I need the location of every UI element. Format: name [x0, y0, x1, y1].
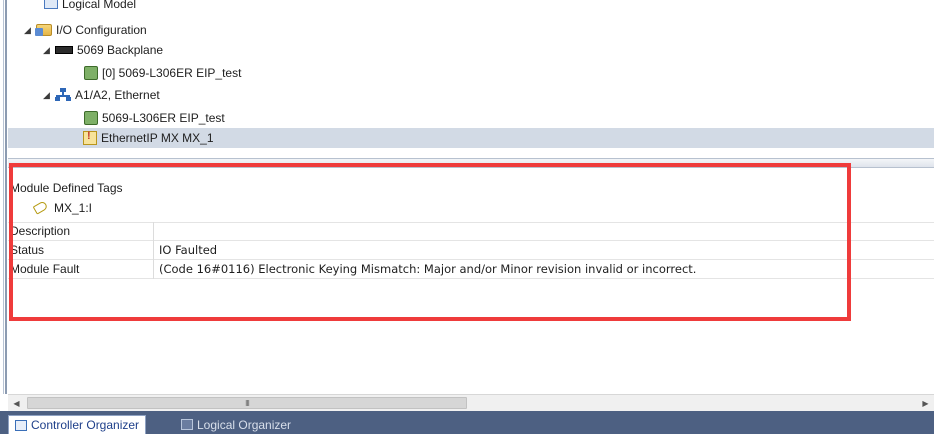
controller-organizer-tree: Logical Model ◢ I/O Configuration ◢ 5069… [8, 0, 934, 158]
tree-item-ethernet-controller[interactable]: 5069-L306ER EIP_test [84, 108, 225, 128]
tree-item-label: [0] 5069-L306ER EIP_test [102, 66, 242, 80]
grip-icon: III [245, 398, 250, 408]
warning-module-icon [83, 130, 97, 145]
property-row-status[interactable]: Status IO Faulted [8, 240, 934, 260]
properties-header-row: Module Defined Tags [8, 179, 934, 198]
property-value: IO Faulted [159, 243, 218, 257]
controller-module-icon [84, 111, 98, 125]
property-row-module-fault[interactable]: Module Fault (Code 16#0116) Electronic K… [8, 259, 934, 279]
pane-splitter[interactable] [8, 158, 934, 168]
tree-item-label: 5069 Backplane [77, 43, 164, 57]
scroll-left-icon[interactable]: ◀ [8, 395, 25, 411]
left-border-inner [3, 0, 4, 394]
tab-label: Controller Organizer [31, 418, 140, 432]
tag-icon [32, 200, 49, 215]
controller-organizer-icon [15, 419, 27, 431]
backplane-icon [55, 46, 73, 54]
tree-item-5069-backplane[interactable]: ◢ 5069 Backplane [43, 40, 163, 60]
tree-item-ethernetip-mx[interactable]: EthernetIP MX MX_1 [8, 128, 934, 148]
scroll-right-icon[interactable]: ▶ [917, 395, 934, 411]
collapse-toggle-icon[interactable]: ◢ [43, 90, 55, 101]
property-name: Status [8, 240, 154, 260]
property-value: (Code 16#0116) Electronic Keying Mismatc… [159, 262, 697, 276]
tree-item-label: 5069-L306ER EIP_test [102, 111, 225, 125]
logical-model-icon [44, 0, 58, 9]
tab-controller-organizer[interactable]: Controller Organizer [8, 415, 147, 434]
tag-name: MX_1:I [54, 200, 93, 215]
property-row-description[interactable]: Description [8, 222, 934, 241]
tree-item-label: A1/A2, Ethernet [75, 88, 160, 102]
collapse-toggle-icon[interactable]: ◢ [43, 45, 55, 56]
tree-item-logical-model[interactable]: Logical Model [32, 0, 136, 14]
property-name: Module Fault [8, 259, 154, 279]
tab-label: Logical Organizer [197, 417, 292, 432]
io-configuration-icon [35, 24, 52, 36]
tree-item-io-configuration[interactable]: ◢ I/O Configuration [24, 20, 147, 40]
property-name: Description [8, 222, 154, 241]
module-defined-tags-header: Module Defined Tags [10, 181, 123, 195]
tab-logical-organizer[interactable]: Logical Organizer [175, 415, 297, 434]
logical-organizer-icon [181, 419, 193, 430]
controller-module-icon [84, 66, 98, 80]
tree-item-controller-slot-0[interactable]: [0] 5069-L306ER EIP_test [84, 63, 241, 83]
tag-row[interactable]: MX_1:I [8, 198, 934, 217]
tree-item-ethernet-network[interactable]: ◢ A1/A2, Ethernet [43, 85, 160, 105]
tree-item-label: Logical Model [62, 0, 137, 11]
properties-pane: Module Defined Tags MX_1:I Description S… [8, 176, 934, 394]
ethernet-network-icon [55, 88, 71, 102]
tree-item-label: EthernetIP MX MX_1 [101, 131, 214, 145]
tree-item-label: I/O Configuration [56, 23, 147, 37]
horizontal-scrollbar[interactable]: ◀ III ▶ [8, 394, 934, 411]
scroll-thumb[interactable]: III [27, 397, 467, 409]
organizer-tab-bar: Controller Organizer Logical Organizer [0, 411, 934, 434]
